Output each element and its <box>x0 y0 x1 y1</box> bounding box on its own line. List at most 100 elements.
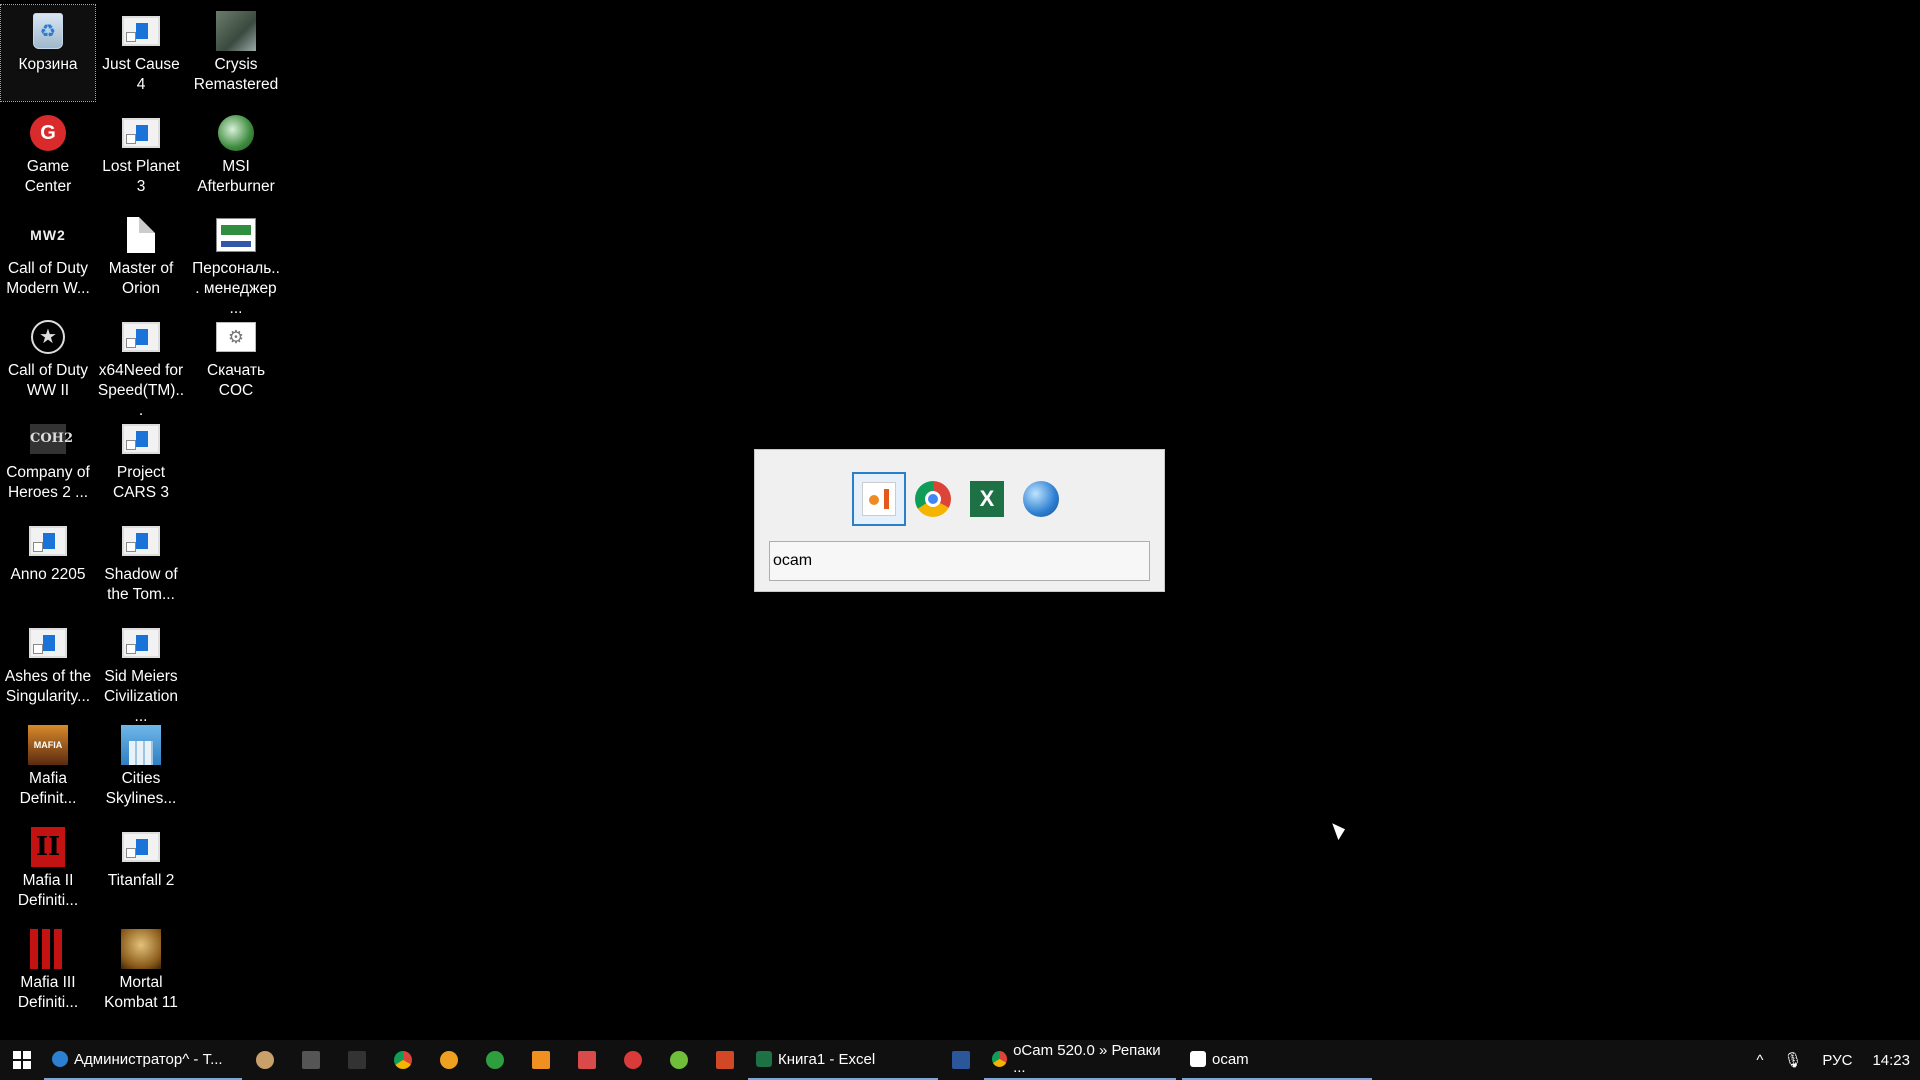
show-hidden-icons-button[interactable]: ^ <box>1746 1052 1773 1069</box>
taskbar-task-label: ocam <box>1212 1050 1249 1068</box>
coh2-icon: COH2 <box>30 424 73 454</box>
taskbar-task-label: oCam 520.0 » Репаки ... <box>1013 1042 1161 1076</box>
clock[interactable]: 14:23 <box>1862 1052 1920 1069</box>
desktop-icon-mafia-iii[interactable]: Mafia III Definiti... <box>1 923 95 1019</box>
app-icon <box>348 1051 366 1069</box>
desktop-icon-coh2[interactable]: COH2 Company of Heroes 2 ... <box>1 413 95 509</box>
switcher-app-ocam[interactable] <box>852 472 906 526</box>
game-center-icon: G <box>30 115 66 151</box>
msi-afterburner-icon <box>218 115 254 151</box>
taskbar-pin-utorrent[interactable] <box>472 1040 518 1080</box>
switcher-app-excel[interactable]: X <box>960 472 1014 526</box>
desktop-icon-label: Anno 2205 <box>10 566 86 583</box>
app-icon <box>624 1051 642 1069</box>
app-icon <box>670 1051 688 1069</box>
desktop-icon-master-of-orion[interactable]: Master of Orion <box>94 209 188 305</box>
desktop-icon-mafia-ii[interactable]: II Mafia II Definiti... <box>1 821 95 917</box>
windows-logo-icon <box>13 1051 31 1069</box>
app-icon <box>532 1051 550 1069</box>
star-icon: ★ <box>31 320 65 354</box>
app-icon <box>256 1051 274 1069</box>
desktop-icon-label: Crysis Remastered <box>193 56 279 93</box>
taskbar-task-excel[interactable]: Книга1 - Excel <box>748 1040 938 1080</box>
word-icon <box>952 1051 970 1069</box>
shortcut-icon <box>29 526 67 556</box>
mortal-kombat-icon <box>121 929 161 969</box>
taskbar-pin-app-2[interactable] <box>288 1040 334 1080</box>
desktop-icon-shadow-tomb-raider[interactable]: Shadow of the Tom... <box>94 515 188 611</box>
app-icon <box>302 1051 320 1069</box>
desktop-icon-download-coc[interactable]: ⚙ Скачать COC <box>189 311 283 407</box>
taskbar-pin-app-9[interactable] <box>610 1040 656 1080</box>
switcher-app-chrome[interactable] <box>906 472 960 526</box>
desktop-icon-recycle-bin[interactable]: ♻ Корзина <box>0 4 96 102</box>
switcher-window-title: ocam <box>769 541 1150 581</box>
desktop-icon-need-for-speed[interactable]: x64Need for Speed(TM)... <box>94 311 188 419</box>
taskbar-pin-powerpoint[interactable] <box>702 1040 748 1080</box>
mafia-ii-icon: II <box>31 827 65 867</box>
app-switcher-dialog: X ocam <box>754 449 1165 592</box>
desktop-icon-label: Call of Duty WW II <box>7 362 89 399</box>
desktop-icon-label: Скачать COC <box>206 362 266 399</box>
desktop-icon-lost-planet-3[interactable]: Lost Planet 3 <box>94 107 188 203</box>
ocam-icon <box>1190 1051 1206 1067</box>
taskbar-pin-app-10[interactable] <box>656 1040 702 1080</box>
document-icon <box>127 217 155 253</box>
start-button[interactable] <box>0 1040 44 1080</box>
desktop-icon-titanfall-2[interactable]: Titanfall 2 <box>94 821 188 917</box>
shortcut-icon <box>29 628 67 658</box>
desktop-icon-cities-skylines[interactable]: Cities Skylines... <box>94 719 188 815</box>
desktop-icon-label: Project CARS 3 <box>113 464 169 501</box>
mouse-cursor-icon <box>1332 819 1348 841</box>
desktop-icon-crysis-remastered[interactable]: Crysis Remastered <box>189 5 283 101</box>
desktop-icon-mortal-kombat-11[interactable]: Mortal Kombat 11 <box>94 923 188 1019</box>
taskbar-task-administrator[interactable]: Администратор^ - T... <box>44 1040 242 1080</box>
microphone-icon: 🎙 <box>1783 1052 1803 1069</box>
taskbar-pin-app-1[interactable] <box>242 1040 288 1080</box>
taskbar-pin-chrome[interactable] <box>380 1040 426 1080</box>
personal-manager-icon <box>216 218 256 252</box>
desktop-icon-anno-2205[interactable]: Anno 2205 <box>1 515 95 611</box>
taskbar-task-ocam[interactable]: ocam <box>1182 1040 1372 1080</box>
recycle-bin-icon: ♻ <box>33 13 63 49</box>
mafia-icon: MAFIA <box>28 725 68 765</box>
desktop-icon-label: Mortal Kombat 11 <box>104 974 178 1011</box>
cities-skylines-icon <box>121 725 161 765</box>
taskbar-pin-app-8[interactable] <box>564 1040 610 1080</box>
desktop-icon-civilization[interactable]: Sid Meiers Civilization ... <box>94 617 188 725</box>
desktop-icon-label: Game Center <box>24 158 72 195</box>
desktop-icon-project-cars-3[interactable]: Project CARS 3 <box>94 413 188 509</box>
desktop-icon-just-cause-4[interactable]: Just Cause 4 <box>94 5 188 101</box>
taskbar-pin-app-5[interactable] <box>426 1040 472 1080</box>
desktop-icon-label: Master of Orion <box>108 260 174 297</box>
desktop-icon-label: MSI Afterburner <box>197 158 275 195</box>
app-switcher-icons: X <box>852 472 1068 526</box>
desktop-icon-label: Mafia Definit... <box>19 770 77 807</box>
taskbar-pin-app-7[interactable] <box>518 1040 564 1080</box>
app-icon <box>578 1051 596 1069</box>
desktop-icon-personal-manager[interactable]: Персональ... менеджер ... <box>189 209 283 317</box>
app-icon <box>440 1051 458 1069</box>
excel-icon <box>756 1051 772 1067</box>
taskbar-pin-app-3[interactable] <box>334 1040 380 1080</box>
desktop-icon-cod-mw[interactable]: MW2 Call of Duty Modern W... <box>1 209 95 305</box>
taskbar-task-chrome[interactable]: oCam 520.0 » Репаки ... <box>984 1040 1176 1080</box>
mafia-iii-icon <box>30 929 66 969</box>
microphone-button[interactable]: 🎙 <box>1773 1051 1812 1069</box>
desktop-icon-game-center[interactable]: G Game Center <box>1 107 95 203</box>
chevron-up-icon: ^ <box>1756 1051 1764 1069</box>
desktop-icon-ashes[interactable]: Ashes of the Singularity... <box>1 617 95 713</box>
language-indicator[interactable]: РУС <box>1812 1052 1862 1069</box>
desktop-icon-mafia[interactable]: MAFIA Mafia Definit... <box>1 719 95 815</box>
taskbar-pin-word[interactable] <box>938 1040 984 1080</box>
desktop-icon-label: x64Need for Speed(TM)... <box>97 362 185 419</box>
desktop-icon-label: Mafia III Definiti... <box>17 974 79 1011</box>
powerpoint-icon <box>716 1051 734 1069</box>
gear-icon: ⚙ <box>216 322 256 352</box>
shortcut-icon <box>122 118 160 148</box>
desktop-icon-label: Just Cause 4 <box>102 56 180 93</box>
desktop-icon-cod-ww2[interactable]: ★ Call of Duty WW II <box>1 311 95 407</box>
switcher-app-globe[interactable] <box>1014 472 1068 526</box>
chrome-icon <box>394 1051 412 1069</box>
desktop-icon-msi-afterburner[interactable]: MSI Afterburner <box>189 107 283 203</box>
